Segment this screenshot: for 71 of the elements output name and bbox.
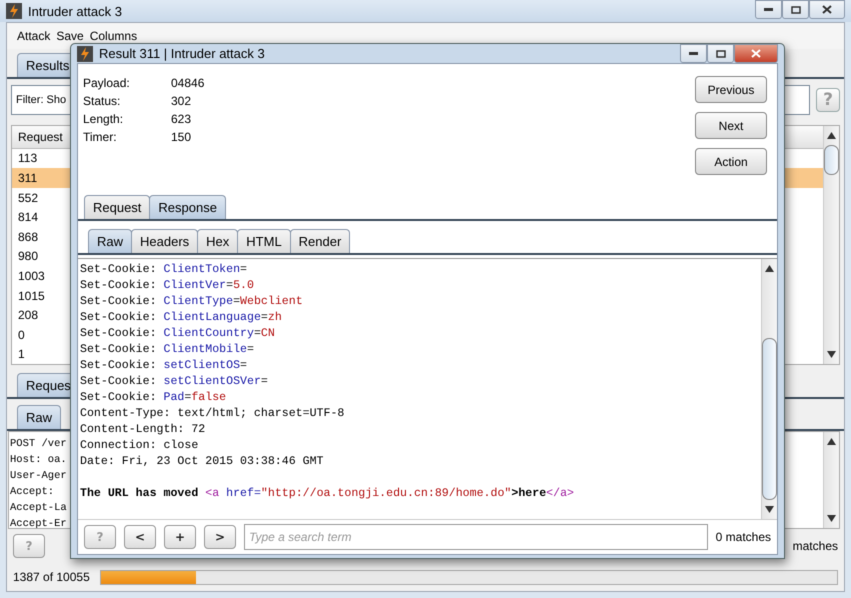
scrollbar[interactable]	[761, 259, 777, 519]
menu-item[interactable]: Attack	[17, 29, 50, 43]
maximize-button[interactable]	[707, 44, 734, 63]
progress-text: 1387 of 10055	[13, 570, 90, 584]
code-line: Host: oa.	[10, 453, 67, 468]
minimize-icon	[689, 52, 698, 55]
scroll-thumb[interactable]	[824, 145, 839, 175]
scroll-down-icon[interactable]	[827, 515, 836, 522]
scroll-up-icon[interactable]	[827, 132, 836, 139]
close-button[interactable]	[734, 44, 778, 63]
menu-item[interactable]: Columns	[90, 29, 138, 43]
action-button[interactable]: Next	[695, 112, 767, 139]
search-nav-button[interactable]: +	[164, 525, 196, 549]
action-button[interactable]: Action	[695, 148, 767, 175]
tab[interactable]: Raw	[17, 405, 62, 429]
maximize-button[interactable]	[782, 0, 809, 19]
code-line: Connection: close	[80, 438, 198, 454]
field-label: Length:	[83, 112, 124, 126]
dialog-title: Result 311 | Intruder attack 3	[99, 46, 266, 61]
field-value: 623	[171, 112, 192, 126]
minimize-icon	[764, 8, 773, 11]
scrollbar[interactable]	[823, 126, 839, 364]
tab[interactable]: Request	[84, 195, 150, 219]
match-count: matches	[792, 539, 838, 553]
tab[interactable]: HTML	[237, 229, 291, 253]
app-logo-icon	[77, 46, 93, 62]
code-line: POST /ver	[10, 437, 67, 452]
code-line: Set-Cookie: ClientMobile=	[80, 342, 254, 358]
scroll-down-icon[interactable]	[827, 351, 836, 358]
action-button[interactable]: Previous	[695, 76, 767, 103]
tab[interactable]: Render	[290, 229, 350, 253]
close-icon	[751, 49, 761, 58]
code-line: Accept-Er	[10, 517, 67, 528]
tab[interactable]: Hex	[197, 229, 238, 253]
field-value: 302	[171, 94, 192, 108]
tab[interactable]: Response	[149, 195, 226, 219]
maximize-icon	[790, 6, 800, 14]
match-count: 0 matches	[716, 530, 771, 544]
field-value: 04846	[171, 76, 204, 90]
field-value: 150	[171, 130, 192, 144]
close-button[interactable]	[809, 0, 845, 19]
code-line: Date: Fri, 23 Oct 2015 03:38:46 GMT	[80, 454, 324, 470]
code-line: The URL has moved <a href="http://oa.tongji.edu.cn:89/home.do">here</a>	[80, 486, 574, 502]
code-line: Set-Cookie: ClientCountry=CN	[80, 326, 275, 342]
tab[interactable]: Raw	[88, 229, 132, 253]
field-label: Timer:	[83, 130, 118, 144]
code-line: Accept-La	[10, 501, 67, 516]
tab[interactable]: Headers	[131, 229, 198, 253]
field-label: Status:	[83, 94, 122, 108]
app-logo-icon	[6, 3, 22, 19]
minimize-button[interactable]	[680, 44, 707, 63]
close-icon	[822, 5, 832, 14]
minimize-button[interactable]	[755, 0, 782, 19]
search-field[interactable]: Type a search term	[244, 524, 708, 550]
search-nav-button[interactable]: >	[204, 525, 236, 549]
window-title: Intruder attack 3	[28, 4, 123, 18]
menu-item[interactable]: Save	[56, 29, 84, 43]
field-label: Payload:	[83, 76, 131, 90]
code-line: User-Ager	[10, 469, 67, 484]
scroll-up-icon[interactable]	[827, 438, 836, 445]
maximize-icon	[716, 50, 726, 58]
search-nav-button[interactable]: <	[124, 525, 156, 549]
scrollbar[interactable]	[823, 432, 839, 528]
scroll-thumb[interactable]	[762, 338, 777, 500]
scroll-down-icon[interactable]	[765, 506, 774, 513]
code-line: Set-Cookie: ClientLanguage=zh	[80, 310, 282, 326]
code-line: Content-Length: 72	[80, 422, 206, 438]
code-line: Accept:	[10, 485, 54, 500]
code-line: Content-Type: text/html; charset=UTF-8	[80, 406, 344, 422]
code-line: Set-Cookie: setClientOSVer=	[80, 374, 268, 390]
code-line: Set-Cookie: Pad=false	[80, 390, 226, 406]
